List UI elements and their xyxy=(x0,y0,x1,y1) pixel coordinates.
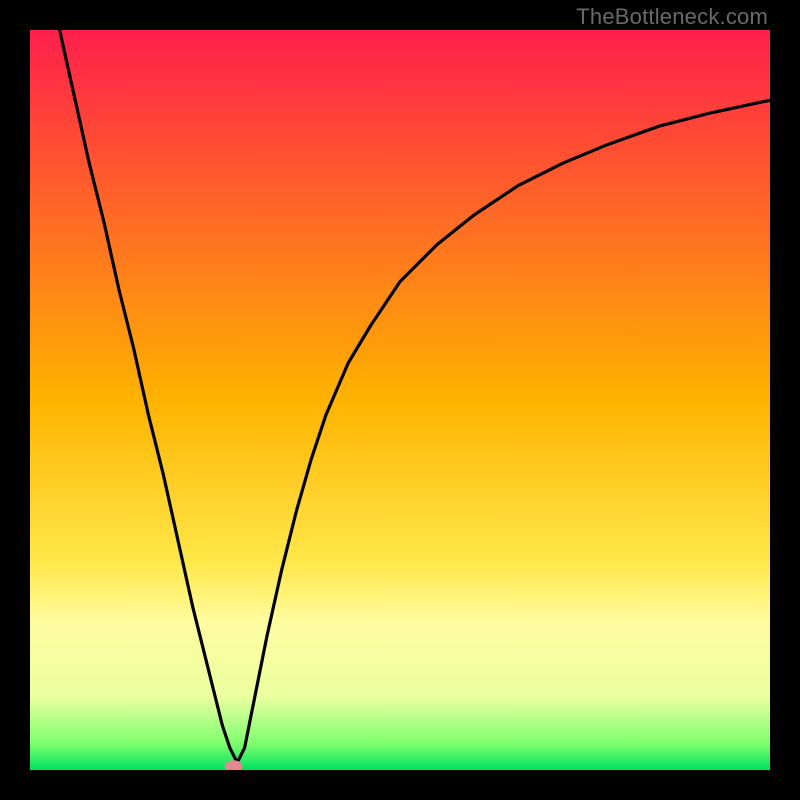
watermark-text: TheBottleneck.com xyxy=(576,4,768,30)
chart-frame xyxy=(30,30,770,770)
gradient-background xyxy=(30,30,770,770)
bottleneck-chart xyxy=(30,30,770,770)
